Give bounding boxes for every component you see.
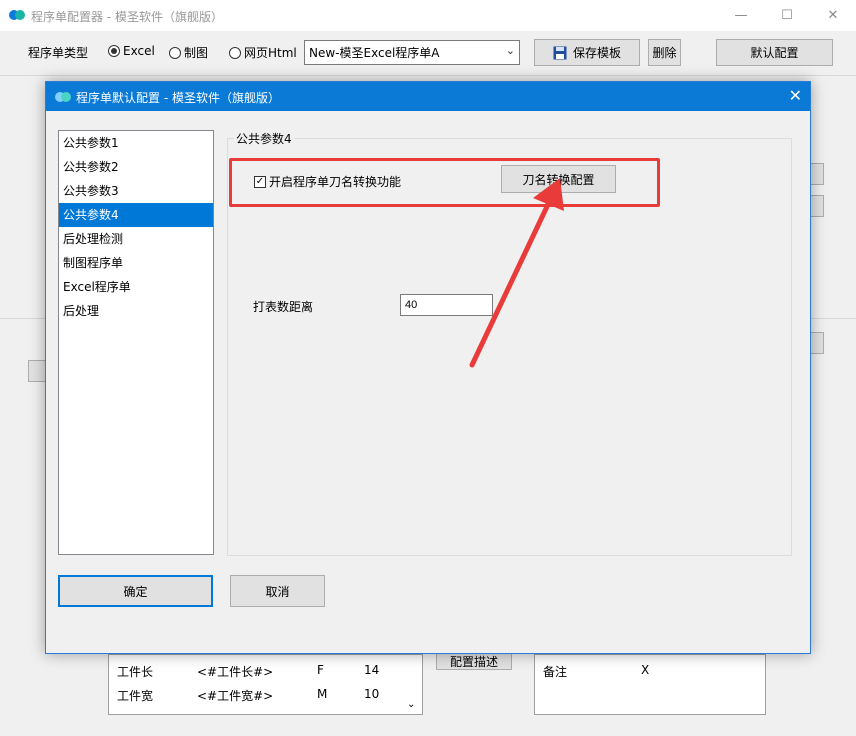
table-cell: 10 (364, 687, 380, 701)
save-template-label: 保存模板 (572, 46, 621, 60)
table-cell: 备注 (543, 665, 568, 679)
table-distance-label: 打表数距离 (253, 300, 314, 314)
maximize-button[interactable]: ☐ (764, 0, 810, 31)
toolbar-divider (0, 75, 856, 76)
table-cell: 工件宽 (117, 689, 154, 703)
category-item[interactable]: 制图程序单 (59, 251, 213, 275)
groupbox-title: 公共参数4 (234, 130, 294, 147)
app-logo-icon (9, 10, 25, 20)
category-item-selected[interactable]: 公共参数4 (59, 203, 213, 227)
radio-excel[interactable]: Excel (108, 44, 155, 58)
radio-dot-icon (169, 46, 181, 59)
main-toolbar: 程序单类型 Excel 制图 网页Html New-模圣Excel程序单A ⌄ … (0, 31, 856, 75)
cancel-button[interactable]: 取消 (230, 575, 325, 607)
chevron-down-icon: ⌄ (505, 44, 515, 57)
scroll-down-icon[interactable]: ⌄ (407, 699, 415, 710)
app-logo-icon (55, 92, 71, 102)
radio-html-label: 网页Html (244, 46, 297, 60)
radio-drawing[interactable]: 制图 (169, 44, 208, 61)
delete-button[interactable]: 删除 (648, 39, 681, 66)
category-item[interactable]: 后处理 (59, 299, 213, 323)
config-desc-button[interactable]: 配置描述 (436, 652, 512, 670)
ok-button[interactable]: 确定 (58, 575, 213, 607)
minimize-button[interactable]: — (718, 0, 764, 31)
main-window-title: 程序单配置器 - 模圣软件（旗舰版） (31, 10, 223, 24)
dialog-titlebar: 程序单默认配置 - 模圣软件（旗舰版） ✕ (46, 82, 810, 111)
dialog-close-icon[interactable]: ✕ (789, 86, 802, 105)
table-cell: <#工件长#> (197, 665, 274, 679)
background-remark-table: 备注 X (534, 654, 766, 715)
template-select[interactable]: New-模圣Excel程序单A ⌄ (304, 40, 520, 65)
table-cell: <#工件宽#> (197, 689, 274, 703)
template-select-value: New-模圣Excel程序单A (309, 46, 440, 60)
table-cell: M (317, 687, 328, 701)
default-config-dialog: 程序单默认配置 - 模圣软件（旗舰版） ✕ 公共参数1 公共参数2 公共参数3 … (45, 81, 811, 654)
category-item[interactable]: 公共参数3 (59, 179, 213, 203)
radio-dot-icon (108, 45, 120, 57)
save-template-button[interactable]: 保存模板 (534, 39, 640, 66)
category-item[interactable]: Excel程序单 (59, 275, 213, 299)
dialog-title: 程序单默认配置 - 模圣软件（旗舰版） (76, 91, 280, 105)
floppy-disk-icon (553, 46, 567, 59)
radio-excel-label: Excel (123, 44, 155, 58)
table-cell: 工件长 (117, 665, 154, 679)
table-cell: X (641, 663, 650, 677)
category-list: 公共参数1 公共参数2 公共参数3 公共参数4 后处理检测 制图程序单 Exce… (58, 130, 214, 555)
close-button[interactable]: ✕ (810, 0, 856, 31)
table-cell: 14 (364, 663, 380, 677)
background-params-table: 工件长 <#工件长#> F 14 工件宽 <#工件宽#> M 10 ⌄ (108, 654, 423, 715)
radio-drawing-label: 制图 (184, 46, 209, 60)
category-item[interactable]: 公共参数1 (59, 131, 213, 155)
category-item[interactable]: 公共参数2 (59, 155, 213, 179)
annotation-highlight-box (229, 158, 660, 207)
type-label: 程序单类型 (28, 46, 89, 60)
category-item[interactable]: 后处理检测 (59, 227, 213, 251)
main-titlebar: 程序单配置器 - 模圣软件（旗舰版） — ☐ ✕ (0, 0, 856, 31)
table-cell: F (317, 663, 324, 677)
radio-dot-icon (229, 46, 241, 59)
table-distance-input[interactable] (400, 294, 493, 316)
radio-html[interactable]: 网页Html (229, 44, 297, 61)
background-button-fragment (28, 360, 46, 382)
default-config-button[interactable]: 默认配置 (716, 39, 833, 66)
